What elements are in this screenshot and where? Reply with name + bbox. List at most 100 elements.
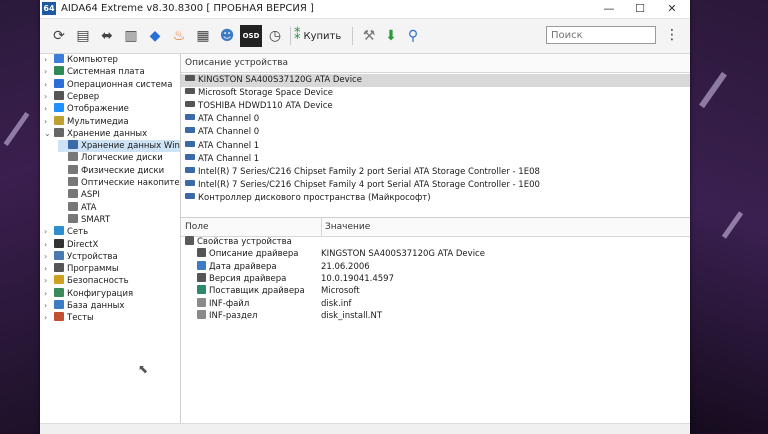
tree-expander-icon[interactable]: › — [44, 54, 54, 66]
tree-item[interactable]: Физические диски — [58, 164, 165, 177]
tree-item[interactable]: › Сервер — [44, 90, 100, 103]
window-title: AIDA64 Extreme v8.30.8300 [ ПРОБНАЯ ВЕРС… — [61, 3, 314, 14]
memory-icon[interactable]: ▥ — [120, 25, 142, 47]
tree-item[interactable]: › База данных — [44, 300, 124, 312]
osd-icon[interactable]: OSD — [240, 25, 262, 47]
property-group[interactable]: Свойства устройства — [181, 236, 690, 248]
property-row[interactable]: Дата драйвера 21.06.2006 — [181, 260, 690, 273]
tools-icon[interactable]: ⚒ — [358, 25, 380, 47]
property-row[interactable]: Описание драйвера KINGSTON SA400S37120G A… — [181, 248, 690, 260]
properties-header: Поле Значение — [181, 218, 690, 237]
search-input[interactable] — [546, 26, 656, 44]
tree-item-icon — [54, 103, 64, 113]
tree-expander-icon[interactable]: › — [44, 103, 54, 115]
tree-item[interactable]: › Отображение — [44, 103, 129, 115]
clock-icon[interactable]: ◷ — [264, 25, 286, 47]
tree-expander-icon[interactable]: › — [44, 312, 54, 324]
tree-item-label: SMART — [81, 214, 111, 225]
tree-item-label: Конфигурация — [67, 288, 134, 299]
tree-item[interactable]: › Компьютер — [44, 54, 118, 66]
tree-item[interactable]: Хранение данных Wind — [58, 140, 180, 153]
device-row[interactable]: Intel(R) 7 Series/C216 Chipset Family 2 … — [181, 166, 690, 179]
tree-expander-icon[interactable]: › — [44, 263, 54, 275]
tree-item[interactable]: › Сеть — [44, 226, 88, 238]
close-button[interactable]: ✕ — [657, 0, 687, 18]
tree-item-icon — [54, 226, 64, 236]
tree-expander-icon[interactable]: › — [44, 300, 54, 312]
device-row[interactable]: TOSHIBA HDWD110 ATA Device — [181, 100, 690, 113]
maximize-button[interactable]: ☐ — [625, 0, 655, 18]
tree-item[interactable]: Оптические накопители — [58, 177, 180, 189]
tree-item-label: ASPI — [81, 190, 100, 201]
hardware-icon[interactable]: ⬌ — [96, 25, 118, 47]
app-logo-icon: 64 — [42, 2, 56, 15]
tree-expander-icon[interactable]: › — [44, 275, 54, 287]
property-row[interactable]: Поставщик драйвера Microsoft — [181, 285, 690, 297]
property-icon — [197, 248, 206, 258]
tree-item[interactable]: › Операционная система — [44, 78, 172, 91]
tree-expander-icon[interactable]: › — [44, 79, 54, 91]
device-description-column[interactable]: Описание устройства — [185, 54, 288, 72]
property-row[interactable]: Версия драйвера 10.0.19041.4597 — [181, 272, 690, 285]
tree-item-label: Компьютер — [67, 55, 118, 65]
property-row[interactable]: INF-файл disk.inf — [181, 297, 690, 310]
device-row[interactable]: ATA Channel 1 — [181, 140, 690, 153]
tree-item[interactable]: › Устройства — [44, 250, 118, 263]
tree-item[interactable]: › Конфигурация — [44, 287, 134, 300]
device-row[interactable]: Intel(R) 7 Series/C216 Chipset Family 4 … — [181, 179, 690, 192]
tree-item[interactable]: › Системная плата — [44, 66, 145, 78]
toolbar: ⟳ ▤ ⬌ ▥ ◆ ♨ ▦ ☻ OSD ◷ ⁑Купить ⚒ ⬇ ⚲ ⋮ — [40, 19, 690, 54]
device-row[interactable]: KINGSTON SA400S37120G ATA Device — [181, 74, 690, 87]
tree-item[interactable]: › Тесты — [44, 312, 94, 324]
download-icon[interactable]: ⬇ — [380, 25, 402, 47]
refresh-icon[interactable]: ⟳ — [48, 25, 70, 47]
property-row[interactable]: INF-раздел disk_install.NT — [181, 309, 690, 322]
tree-item-icon — [54, 300, 64, 309]
flame-icon[interactable]: ♨ — [168, 25, 190, 47]
tree-item[interactable]: SMART — [58, 213, 111, 226]
tree-item[interactable]: › DirectX — [44, 238, 98, 251]
device-list-header[interactable]: Описание устройства — [181, 54, 690, 73]
device-row[interactable]: ATA Channel 0 — [181, 113, 690, 126]
tree-item[interactable]: › Программы — [44, 263, 119, 275]
benchmark-icon[interactable]: ▦ — [192, 25, 214, 47]
more-menu-icon[interactable]: ⋮ — [665, 25, 679, 45]
tree-item-icon — [54, 66, 64, 76]
property-icon — [197, 272, 206, 282]
tree-item[interactable]: Логические диски — [58, 152, 163, 164]
search-icon[interactable]: ⚲ — [402, 25, 424, 47]
tree-expander-icon[interactable]: › — [44, 239, 54, 251]
device-row[interactable]: ATA Channel 0 — [181, 126, 690, 139]
tree-item[interactable]: ATA — [58, 201, 97, 214]
tree-item-icon — [68, 213, 78, 223]
tree-expander-icon[interactable]: › — [44, 116, 54, 128]
tree-item-icon — [54, 90, 64, 100]
network-icon[interactable]: ◆ — [144, 25, 166, 47]
tree-expander-icon[interactable]: › — [44, 288, 54, 300]
drive-icon — [185, 75, 195, 81]
device-row[interactable]: ATA Channel 1 — [181, 153, 690, 166]
device-row[interactable]: Microsoft Storage Space Device — [181, 87, 690, 100]
tree-expander-icon[interactable]: ⌄ — [44, 128, 54, 140]
user-icon[interactable]: ☻ — [216, 25, 238, 47]
tree-item[interactable]: › Безопасность — [44, 275, 129, 287]
value-column-header[interactable]: Значение — [321, 218, 370, 236]
tree-expander-icon[interactable]: › — [44, 66, 54, 78]
tree-expander-icon[interactable]: › — [44, 226, 54, 238]
tree-item-icon — [68, 140, 78, 150]
field-column-header[interactable]: Поле — [185, 218, 209, 236]
tree-item[interactable]: › Мультимедиа — [44, 115, 129, 128]
minimize-button[interactable]: — — [594, 0, 624, 18]
buy-button[interactable]: ⁑ Купить — [294, 26, 341, 46]
navigation-tree[interactable]: › Компьютер › Системная плата › Операционная … — [40, 54, 181, 433]
tree-item[interactable]: ASPI — [58, 189, 100, 201]
buy-label: Купить — [303, 31, 342, 42]
tree-expander-icon[interactable]: › — [44, 251, 54, 263]
tree-expander-icon[interactable]: › — [44, 91, 54, 103]
report-icon[interactable]: ▤ — [72, 25, 94, 47]
tree-item-label: Физические диски — [81, 165, 165, 176]
device-label: TOSHIBA HDWD110 ATA Device — [198, 101, 333, 112]
tree-item[interactable]: ⌄ Хранение данных — [44, 127, 147, 140]
device-row[interactable]: Контроллер дискового пространства (Майкр… — [181, 192, 690, 205]
tree-item-label: Сервер — [67, 91, 100, 102]
